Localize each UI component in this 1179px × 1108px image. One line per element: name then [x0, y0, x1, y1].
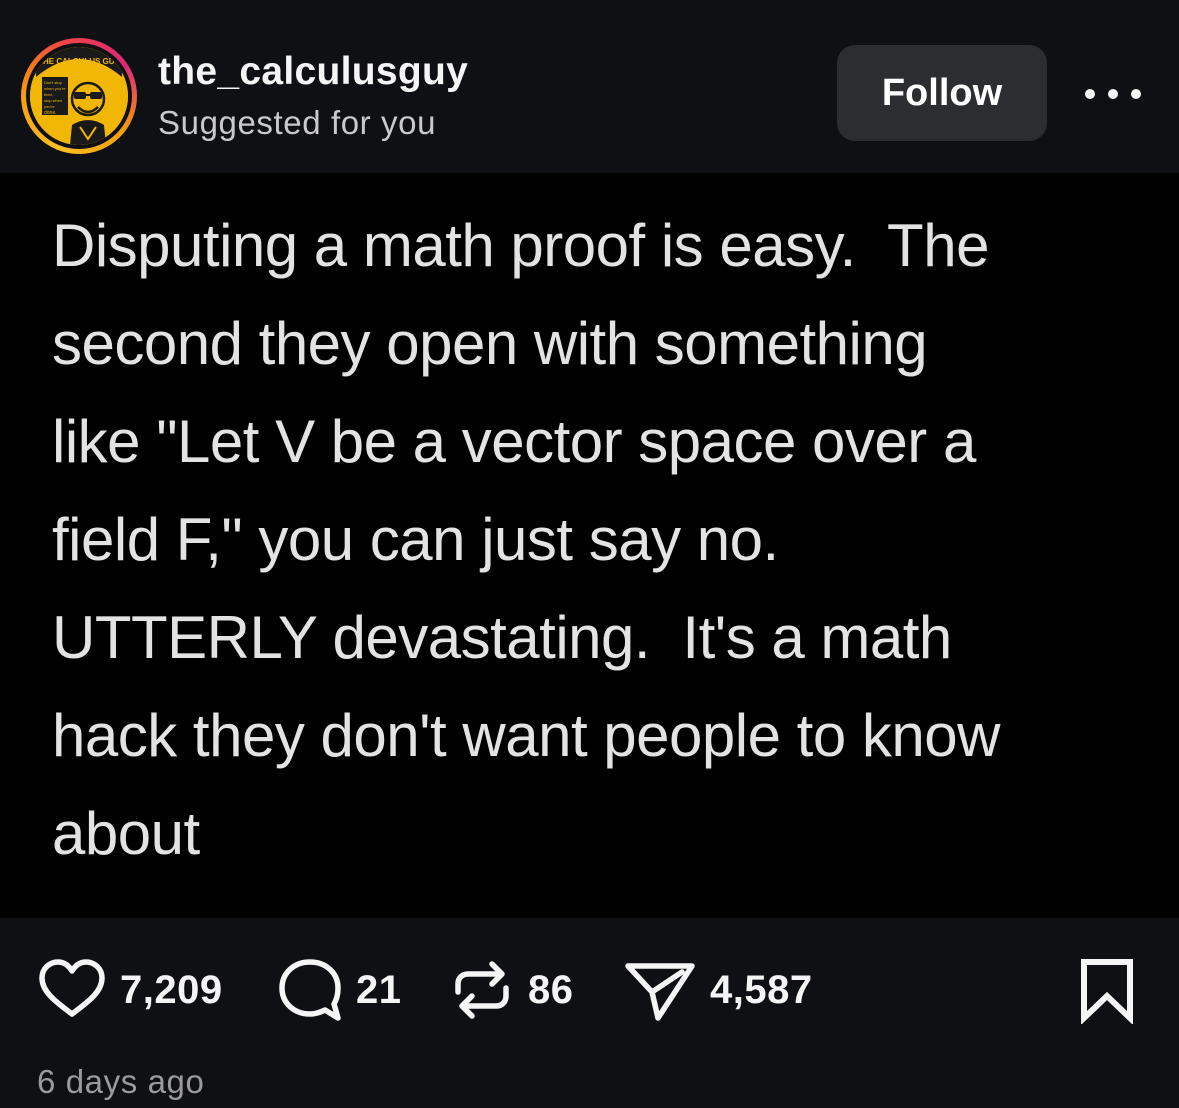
post-text: Disputing a math proof is easy. The seco…: [52, 197, 1152, 883]
action-bar: 7,209 21 86 4,587 6 days ago: [0, 918, 1179, 1108]
username[interactable]: the_calculusguy: [158, 50, 468, 94]
post-page: THE CALCULUS GUY Don't stop when you're …: [0, 0, 1179, 1108]
post-text-line: UTTERLY devastating. It's a math: [52, 604, 952, 671]
comment-action[interactable]: 21: [276, 954, 402, 1026]
svg-text:Don't stop: Don't stop: [44, 80, 63, 85]
repost-count: 86: [528, 967, 574, 1012]
post-text-line: Disputing a math proof is easy. The: [52, 212, 989, 279]
repost-arrows-icon[interactable]: [448, 954, 516, 1026]
post-text-line: hack they don't want people to know: [52, 702, 1000, 769]
post-header: THE CALCULUS GUY Don't stop when you're …: [0, 0, 1179, 173]
comment-count: 21: [356, 967, 402, 1012]
svg-text:you're: you're: [44, 104, 56, 109]
repost-action[interactable]: 86: [448, 954, 574, 1026]
post-text-line: field F," you can just say no.: [52, 506, 779, 573]
share-action[interactable]: 4,587: [622, 954, 813, 1026]
avatar-image: THE CALCULUS GUY Don't stop when you're …: [30, 47, 128, 145]
share-count: 4,587: [710, 967, 813, 1012]
follow-button[interactable]: Follow: [837, 45, 1047, 141]
bookmark-icon[interactable]: [1078, 958, 1136, 1026]
post-text-line: about: [52, 800, 200, 867]
avatar-badge-text: THE CALCULUS GUY: [38, 57, 120, 66]
like-count: 7,209: [120, 967, 223, 1012]
more-dots-icon[interactable]: [1085, 82, 1141, 106]
post-timestamp: 6 days ago: [37, 1063, 205, 1100]
story-ring[interactable]: THE CALCULUS GUY Don't stop when you're …: [21, 38, 137, 154]
suggested-label: Suggested for you: [158, 104, 437, 141]
save-action[interactable]: [1078, 958, 1136, 1026]
heart-icon[interactable]: [36, 954, 108, 1026]
paper-plane-icon[interactable]: [622, 954, 698, 1026]
svg-text:when you're: when you're: [44, 86, 66, 91]
svg-text:done.: done.: [44, 110, 57, 116]
like-action[interactable]: 7,209: [36, 954, 223, 1026]
post-image[interactable]: Disputing a math proof is easy. The seco…: [0, 173, 1179, 918]
comment-bubble-icon[interactable]: [276, 954, 344, 1026]
post-text-line: like "Let V be a vector space over a: [52, 408, 976, 475]
avatar[interactable]: THE CALCULUS GUY Don't stop when you're …: [30, 47, 128, 145]
post-text-line: second they open with something: [52, 310, 928, 377]
svg-text:tired,: tired,: [44, 92, 53, 97]
svg-text:stop when: stop when: [44, 98, 62, 103]
